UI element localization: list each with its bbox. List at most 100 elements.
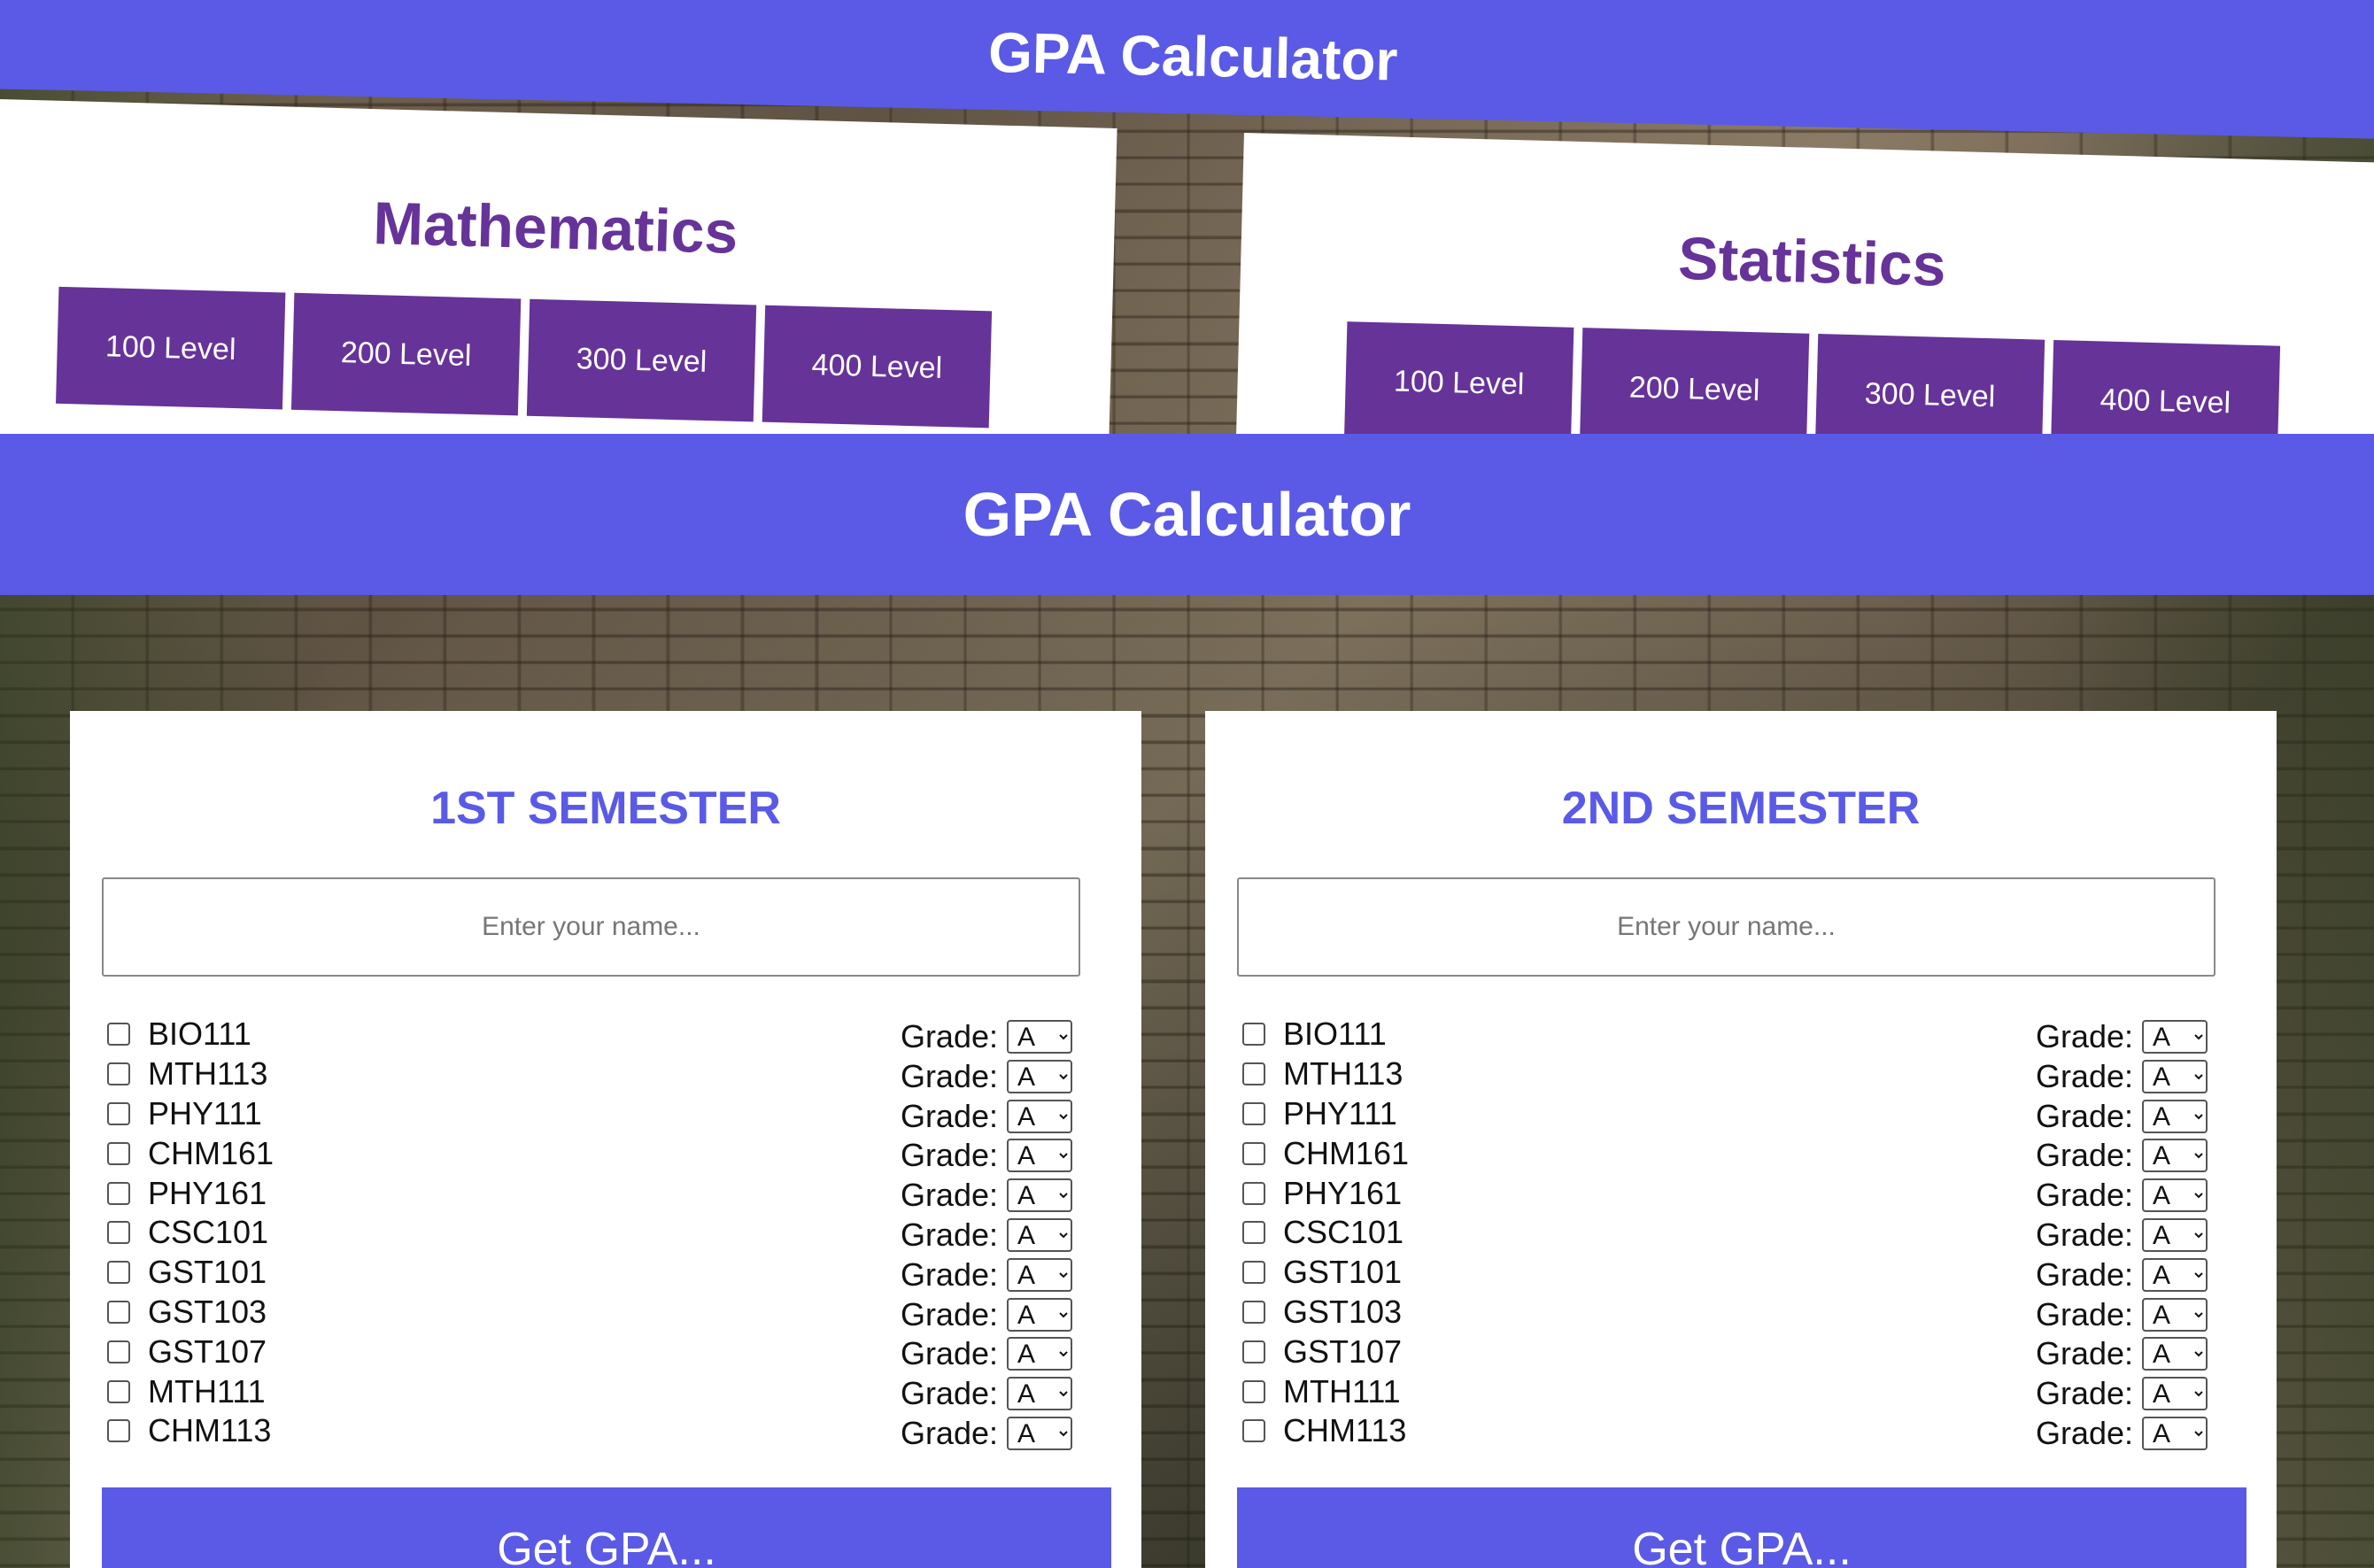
- first-semester-card: 1ST SEMESTER BIO111Grade:AMTH113Grade:AP…: [70, 711, 1141, 1568]
- course-code: CHM161: [1283, 1134, 1410, 1171]
- course-checkbox[interactable]: [1242, 1379, 1265, 1403]
- grade-select[interactable]: A: [1007, 1178, 1072, 1213]
- math-level-400-button[interactable]: 400 Level: [762, 305, 993, 429]
- second-semester-name-input[interactable]: [1237, 877, 2215, 977]
- course-row: BIO111 Grade: A: [107, 1015, 1072, 1054]
- grade-select[interactable]: A: [2142, 1257, 2208, 1292]
- course-checkbox[interactable]: [107, 1141, 130, 1165]
- grade-select[interactable]: A: [2142, 1178, 2208, 1213]
- course-code: GST101: [1283, 1254, 1403, 1291]
- course-checkbox[interactable]: [1242, 1419, 1265, 1443]
- grade-select[interactable]: A: [1007, 1020, 1072, 1054]
- grade-field: Grade: A: [901, 1415, 1072, 1452]
- course-code: GST107: [148, 1332, 267, 1370]
- grade-field: Grade: A: [901, 1217, 1072, 1254]
- math-level-300-button[interactable]: 300 Level: [526, 298, 757, 422]
- grade-label: Grade:: [900, 1097, 998, 1134]
- course-row: CHM161 Grade: A: [1242, 1133, 2208, 1173]
- course-checkbox[interactable]: [1242, 1141, 1265, 1165]
- course-checkbox[interactable]: [1242, 1340, 1265, 1363]
- grade-select[interactable]: A: [2142, 1337, 2208, 1371]
- course-checkbox[interactable]: [107, 1023, 130, 1047]
- course-checkbox[interactable]: [107, 1221, 130, 1245]
- course-row: GST103 Grade: A: [107, 1293, 1072, 1332]
- grade-select[interactable]: A: [1007, 1377, 1072, 1411]
- course-row: GST101 Grade: A: [1242, 1253, 2208, 1293]
- stat-level-200-button[interactable]: 200 Level: [1579, 328, 1810, 434]
- grade-select[interactable]: A: [2142, 1099, 2208, 1133]
- first-semester-name-input[interactable]: [102, 877, 1080, 977]
- top-screenshot-strip: GPA Calculator Mathematics 100 Level 200…: [0, 0, 2374, 434]
- grade-select[interactable]: A: [1007, 1059, 1072, 1093]
- grade-label: Grade:: [2035, 1177, 2133, 1214]
- course-code: PHY161: [148, 1174, 267, 1211]
- grade-select[interactable]: A: [2142, 1020, 2208, 1054]
- course-checkbox[interactable]: [107, 1261, 130, 1285]
- math-level-200-button[interactable]: 200 Level: [290, 292, 522, 416]
- grade-field: Grade: A: [2036, 1058, 2208, 1095]
- course-checkbox[interactable]: [1242, 1221, 1265, 1245]
- first-semester-get-gpa-button[interactable]: Get GPA...: [102, 1487, 1111, 1568]
- course-checkbox[interactable]: [1242, 1062, 1265, 1086]
- grade-label: Grade:: [2035, 1375, 2133, 1412]
- grade-label: Grade:: [2035, 1335, 2133, 1372]
- second-semester-get-gpa-button[interactable]: Get GPA...: [1237, 1487, 2246, 1568]
- grade-select[interactable]: A: [1007, 1217, 1072, 1252]
- course-checkbox[interactable]: [1242, 1181, 1265, 1205]
- statistics-card: Statistics 100 Level 200 Level 300 Level…: [1234, 133, 2374, 434]
- grade-field: Grade: A: [2036, 1098, 2208, 1135]
- grade-select[interactable]: A: [2142, 1297, 2208, 1332]
- course-checkbox[interactable]: [1242, 1023, 1265, 1047]
- course-code: CSC101: [1283, 1214, 1404, 1251]
- grade-field: Grade: A: [901, 1098, 1072, 1135]
- course-row: MTH111 Grade: A: [1242, 1371, 2208, 1411]
- grade-label: Grade:: [900, 1137, 998, 1174]
- stat-level-400-button[interactable]: 400 Level: [2050, 340, 2281, 434]
- grade-label: Grade:: [2035, 1216, 2133, 1253]
- course-code: GST107: [1283, 1332, 1403, 1370]
- course-row: MTH111 Grade: A: [107, 1371, 1072, 1411]
- grade-select[interactable]: A: [1007, 1257, 1072, 1292]
- course-code: CHM161: [148, 1134, 275, 1171]
- course-checkbox[interactable]: [1242, 1101, 1265, 1125]
- grade-select[interactable]: A: [1007, 1099, 1072, 1133]
- grade-label: Grade:: [2035, 1057, 2133, 1094]
- grade-select[interactable]: A: [1007, 1139, 1072, 1173]
- stat-level-300-button[interactable]: 300 Level: [1814, 334, 2045, 434]
- page-title: GPA Calculator: [963, 480, 1411, 549]
- grade-select[interactable]: A: [1007, 1297, 1072, 1332]
- statistics-title: Statistics: [1677, 224, 1947, 299]
- course-checkbox[interactable]: [107, 1062, 130, 1086]
- grade-label: Grade:: [900, 1177, 998, 1214]
- course-code: MTH111: [148, 1372, 266, 1410]
- course-row: CHM113 Grade: A: [107, 1411, 1072, 1451]
- grade-label: Grade:: [2035, 1018, 2133, 1054]
- course-code: MTH113: [1283, 1055, 1404, 1093]
- grade-select[interactable]: A: [2142, 1139, 2208, 1173]
- course-checkbox[interactable]: [107, 1300, 130, 1324]
- grade-select[interactable]: A: [2142, 1377, 2208, 1411]
- course-checkbox[interactable]: [107, 1340, 130, 1363]
- grade-field: Grade: A: [2036, 1375, 2208, 1412]
- stat-level-100-button[interactable]: 100 Level: [1344, 321, 1574, 434]
- course-checkbox[interactable]: [107, 1379, 130, 1403]
- grade-select[interactable]: A: [2142, 1217, 2208, 1252]
- course-checkbox[interactable]: [107, 1101, 130, 1125]
- mathematics-level-buttons: 100 Level 200 Level 300 Level 400 Level: [56, 286, 993, 429]
- grade-select[interactable]: A: [1007, 1416, 1072, 1450]
- grade-select[interactable]: A: [2142, 1059, 2208, 1093]
- statistics-level-buttons: 100 Level 200 Level 300 Level 400 Level: [1344, 321, 2281, 434]
- course-checkbox[interactable]: [1242, 1300, 1265, 1324]
- grade-field: Grade: A: [901, 1018, 1072, 1055]
- course-checkbox[interactable]: [1242, 1261, 1265, 1285]
- grade-label: Grade:: [2035, 1414, 2133, 1451]
- math-level-100-button[interactable]: 100 Level: [56, 286, 286, 410]
- grade-field: Grade: A: [901, 1256, 1072, 1294]
- course-checkbox[interactable]: [107, 1419, 130, 1443]
- grade-select[interactable]: A: [1007, 1337, 1072, 1371]
- second-semester-card: 2ND SEMESTER BIO111Grade:AMTH113Grade:AP…: [1205, 711, 2277, 1568]
- course-code: GST101: [148, 1254, 267, 1291]
- grade-select[interactable]: A: [2142, 1416, 2208, 1450]
- grade-field: Grade: A: [901, 1137, 1072, 1174]
- course-checkbox[interactable]: [107, 1181, 130, 1205]
